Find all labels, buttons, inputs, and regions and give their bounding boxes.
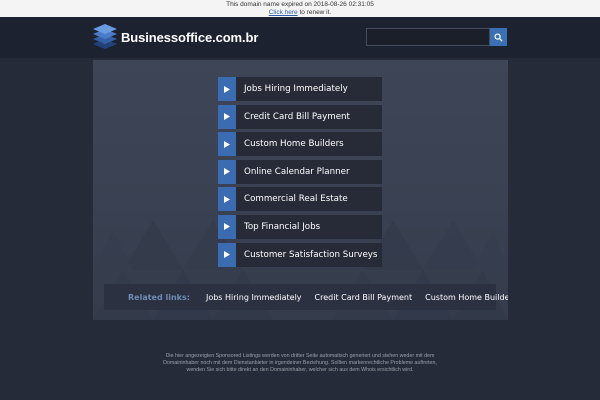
play-arrow-icon <box>218 159 236 184</box>
sponsored-link-3[interactable]: Custom Home Builders <box>218 132 382 157</box>
play-arrow-icon <box>218 77 236 101</box>
play-arrow-icon <box>218 187 236 212</box>
search-icon <box>494 30 503 45</box>
related-links-label: Related links: <box>128 292 190 302</box>
sponsored-link-label: Online Calendar Planner <box>244 166 350 177</box>
play-arrow-icon <box>218 104 236 129</box>
renew-suffix: to renew it. <box>297 9 332 16</box>
related-link-3[interactable]: Custom Home Builders <box>425 293 508 302</box>
search-input[interactable] <box>366 28 490 46</box>
play-arrow-icon <box>218 132 236 157</box>
sponsored-link-label: Commercial Real Estate <box>244 194 348 205</box>
sponsored-link-label: Credit Card Bill Payment <box>244 111 350 122</box>
stacked-layers-logo-icon <box>93 23 117 51</box>
sponsored-link-7[interactable]: Customer Satisfaction Surveys <box>218 242 382 267</box>
play-arrow-icon <box>218 242 236 267</box>
site-header: Businessoffice.com.br <box>0 17 600 58</box>
sponsored-link-4[interactable]: Online Calendar Planner <box>218 159 382 184</box>
content-panel: Jobs Hiring Immediately Credit Card Bill… <box>93 60 508 320</box>
disclaimer: Die hier angezeigten Sponsored Listings … <box>150 353 450 374</box>
sponsored-link-list: Jobs Hiring Immediately Credit Card Bill… <box>218 77 382 270</box>
related-link-2[interactable]: Credit Card Bill Payment <box>315 293 413 302</box>
related-link-1[interactable]: Jobs Hiring Immediately <box>206 293 302 302</box>
sponsored-link-label: Customer Satisfaction Surveys <box>244 249 378 260</box>
renew-line: Click here to renew it. <box>0 9 600 17</box>
expiry-notice: This domain name expired on 2018-08-26 0… <box>226 1 374 8</box>
sponsored-link-label: Jobs Hiring Immediately <box>244 84 348 94</box>
play-arrow-icon <box>218 214 236 239</box>
sponsored-link-5[interactable]: Commercial Real Estate <box>218 187 382 212</box>
sponsored-link-label: Custom Home Builders <box>244 139 344 150</box>
expiry-banner: This domain name expired on 2018-08-26 0… <box>0 0 600 17</box>
disclaimer-line-1: Die hier angezeigten Sponsored Listings … <box>165 353 435 359</box>
renew-link[interactable]: Click here <box>269 9 298 16</box>
site-name[interactable]: Businessoffice.com.br <box>121 30 258 45</box>
disclaimer-line-3: wenden Sie sich bitte direkt an den Doma… <box>186 367 414 373</box>
sponsored-link-2[interactable]: Credit Card Bill Payment <box>218 104 382 129</box>
search-button[interactable] <box>490 28 507 46</box>
sponsored-link-1[interactable]: Jobs Hiring Immediately <box>218 77 382 101</box>
related-links-bar: Related links: Jobs Hiring Immediately C… <box>104 284 508 310</box>
disclaimer-line-2: Domaininhaber noch mit dem Dienstanbiete… <box>163 360 437 366</box>
sponsored-link-label: Top Financial Jobs <box>244 221 321 232</box>
sponsored-link-6[interactable]: Top Financial Jobs <box>218 214 382 239</box>
